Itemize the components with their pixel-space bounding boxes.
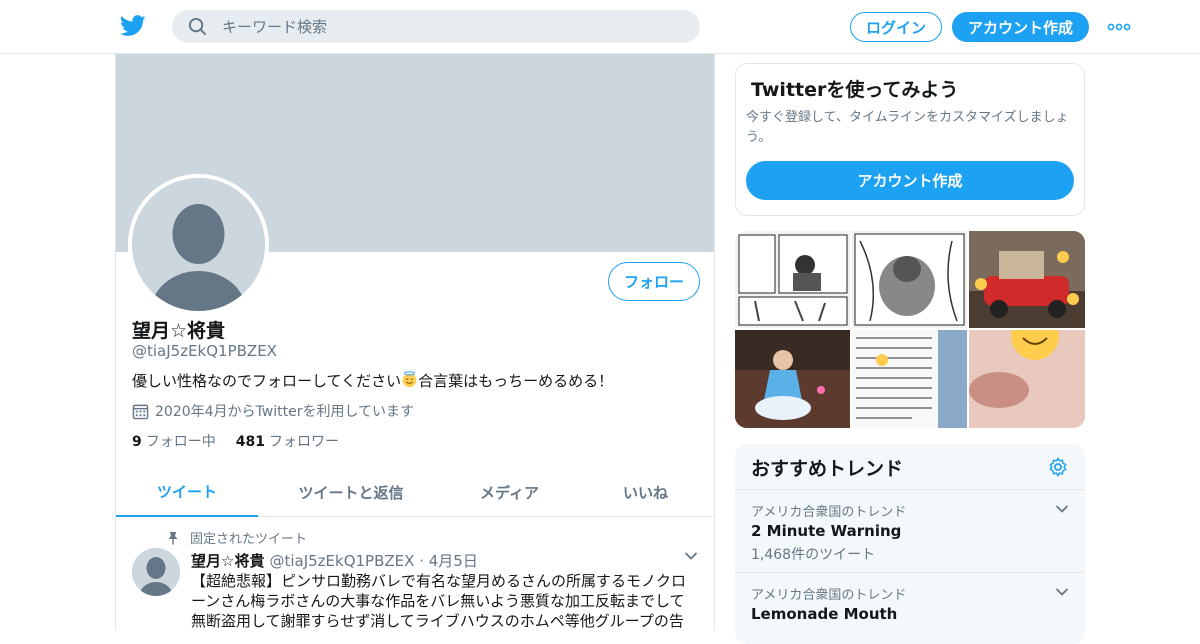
join-date-text: 2020年4月からTwitterを利用しています	[155, 404, 415, 420]
signup-card-title: Twitterを使ってみよう	[751, 79, 959, 101]
search-input[interactable]	[222, 10, 682, 43]
chevron-down-icon[interactable]	[1055, 587, 1069, 597]
default-avatar-icon	[132, 548, 180, 596]
bio-text-end: 合言葉はもっちーめるめる！	[418, 372, 614, 390]
default-avatar-icon	[132, 178, 265, 311]
more-icon[interactable]	[1107, 22, 1131, 32]
followers-label: フォロワー	[268, 434, 339, 450]
media-thumbnail-idol-photo[interactable]	[735, 330, 850, 428]
login-button[interactable]: ログイン	[850, 12, 942, 42]
profile-tabs: ツイート ツイートと返信 メディア いいね	[116, 468, 714, 517]
photo-image	[735, 330, 850, 428]
chevron-down-icon[interactable]	[1055, 504, 1069, 514]
profile-bio: 優しい性格なのでフォローしてください 合言葉はもっちーめるめる！	[132, 370, 613, 391]
manga-image	[735, 231, 850, 328]
following-count: 9	[132, 434, 142, 450]
trend-item[interactable]: アメリカ合衆国のトレンド Lemonade Mouth	[735, 572, 1085, 644]
calendar-icon	[132, 404, 149, 419]
tab-tweets-and-replies[interactable]: ツイートと返信	[258, 468, 444, 517]
manga-image	[852, 231, 967, 328]
tweet-header: 望月☆将貴 @tiaJ5zEkQ1PBZEX · 4月5日	[191, 550, 478, 571]
bio-text-start: 優しい性格なのでフォローしてください	[132, 372, 402, 390]
tweet-text: 【超絶悲報】ピンサロ勤務バレで有名な望月めるさんの所属するモノクローンさん梅ラボ…	[191, 572, 687, 630]
tab-likes[interactable]: いいね	[575, 468, 714, 517]
tweet-avatar[interactable]	[132, 548, 180, 596]
chevron-down-icon[interactable]	[684, 551, 698, 561]
tweet-dot: ·	[414, 551, 429, 570]
signup-card: Twitterを使ってみよう 今すぐ登録して、タイムラインをカスタマイズしましょ…	[735, 63, 1085, 216]
trend-count: 1,468件のツイート	[751, 547, 876, 563]
signup-card-button[interactable]: アカウント作成	[746, 161, 1074, 200]
media-thumbnail-closeup-photo[interactable]	[969, 330, 1085, 428]
trends-title: おすすめトレンド	[751, 458, 904, 480]
media-thumbnail-manga-2[interactable]	[852, 231, 967, 328]
smiling-halo-emoji-icon	[402, 371, 417, 388]
twitter-logo-icon[interactable]	[120, 14, 146, 38]
following-label: フォロー中	[145, 434, 216, 450]
pinned-label-text: 固定されたツイート	[190, 532, 308, 547]
pin-icon	[168, 531, 178, 544]
trend-name: 2 Minute Warning	[751, 522, 902, 540]
profile-avatar[interactable]	[128, 174, 269, 315]
media-thumbnail-text-screenshot[interactable]	[852, 330, 967, 428]
profile-stats: 9 フォロー中 481 フォロワー	[132, 431, 359, 451]
trend-context: アメリカ合衆国のトレンド	[751, 588, 907, 603]
tweet-author-handle[interactable]: @tiaJ5zEkQ1PBZEX	[269, 552, 414, 570]
followers-count: 481	[235, 434, 265, 450]
profile-handle[interactable]: @tiaJ5zEkQ1PBZEX	[132, 342, 277, 360]
tab-tweets[interactable]: ツイート	[116, 468, 258, 517]
profile-name: 望月☆将貴	[132, 320, 226, 342]
photo-image	[969, 231, 1085, 328]
search-icon	[188, 17, 207, 36]
search-bar	[172, 10, 700, 43]
trend-name: Lemonade Mouth	[751, 605, 898, 623]
follow-button[interactable]: フォロー	[608, 262, 700, 301]
signup-button[interactable]: アカウント作成	[952, 12, 1089, 42]
gear-icon[interactable]	[1048, 457, 1068, 477]
screenshot-image	[852, 330, 967, 428]
tweet-author-name[interactable]: 望月☆将貴	[191, 550, 264, 571]
pinned-tweet-label: 固定されたツイート	[166, 528, 307, 547]
media-thumbnail-manga-1[interactable]	[735, 231, 850, 328]
profile-column: フォロー 望月☆将貴 @tiaJ5zEkQ1PBZEX 優しい性格なのでフォロー…	[115, 54, 715, 630]
top-bar: ログイン アカウント作成	[0, 0, 1200, 54]
trend-context: アメリカ合衆国のトレンド	[751, 505, 907, 520]
media-grid	[735, 231, 1085, 428]
trends-panel: おすすめトレンド アメリカ合衆国のトレンド 2 Minute Warning 1…	[735, 444, 1085, 644]
join-date: 2020年4月からTwitterを利用しています	[132, 401, 414, 421]
tweet-date[interactable]: 4月5日	[429, 550, 478, 571]
tab-media[interactable]: メディア	[444, 468, 575, 517]
media-thumbnail-toy-car[interactable]	[969, 231, 1085, 328]
followers-stat[interactable]: 481 フォロワー	[236, 431, 339, 451]
photo-image	[969, 330, 1085, 428]
signup-card-description: 今すぐ登録して、タイムラインをカスタマイズしましょう。	[746, 110, 1069, 145]
trend-item[interactable]: アメリカ合衆国のトレンド 2 Minute Warning 1,468件のツイー…	[735, 489, 1085, 572]
following-stat[interactable]: 9 フォロー中	[132, 431, 216, 451]
